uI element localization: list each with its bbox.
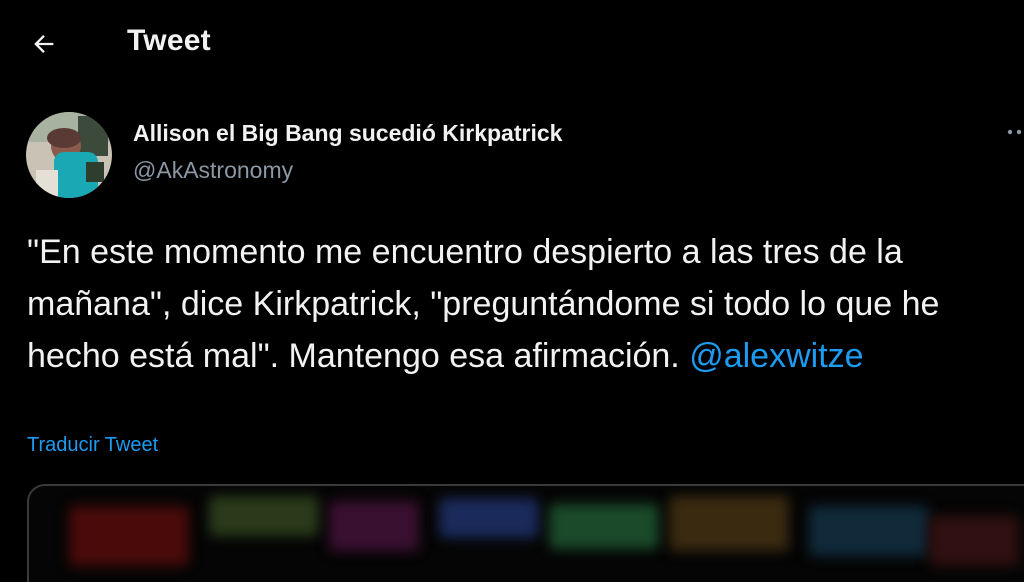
author-display-name[interactable]: Allison el Big Bang sucedió Kirkpatrick <box>133 120 562 147</box>
avatar-image <box>26 112 112 198</box>
tweet-text: "En este momento me encuentro despierto … <box>27 226 1007 382</box>
translate-tweet-link[interactable]: Traducir Tweet <box>27 434 158 457</box>
media-blob <box>439 498 539 538</box>
media-blob <box>809 506 929 556</box>
back-button[interactable] <box>26 26 62 62</box>
arrow-left-icon <box>34 35 54 53</box>
more-button[interactable] <box>1004 122 1024 142</box>
media-blob <box>209 496 319 536</box>
avatar[interactable] <box>26 112 112 198</box>
author-row: Allison el Big Bang sucedió Kirkpatrick … <box>0 108 1024 204</box>
tweet-page: Tweet Allison el Big Bang sucedió Kirkpa… <box>0 0 1024 582</box>
media-blob <box>929 516 1019 566</box>
mention-link[interactable]: @alexwitze <box>689 337 863 375</box>
media-blob <box>549 504 659 549</box>
author-handle[interactable]: @AkAstronomy <box>133 157 293 184</box>
media-blob <box>329 501 419 551</box>
page-title: Tweet <box>127 24 211 57</box>
media-blob <box>669 496 789 551</box>
media-card[interactable] <box>27 484 1024 582</box>
header-bar: Tweet <box>0 0 1024 88</box>
more-horizontal-icon <box>1007 129 1022 135</box>
media-blob <box>69 506 189 566</box>
